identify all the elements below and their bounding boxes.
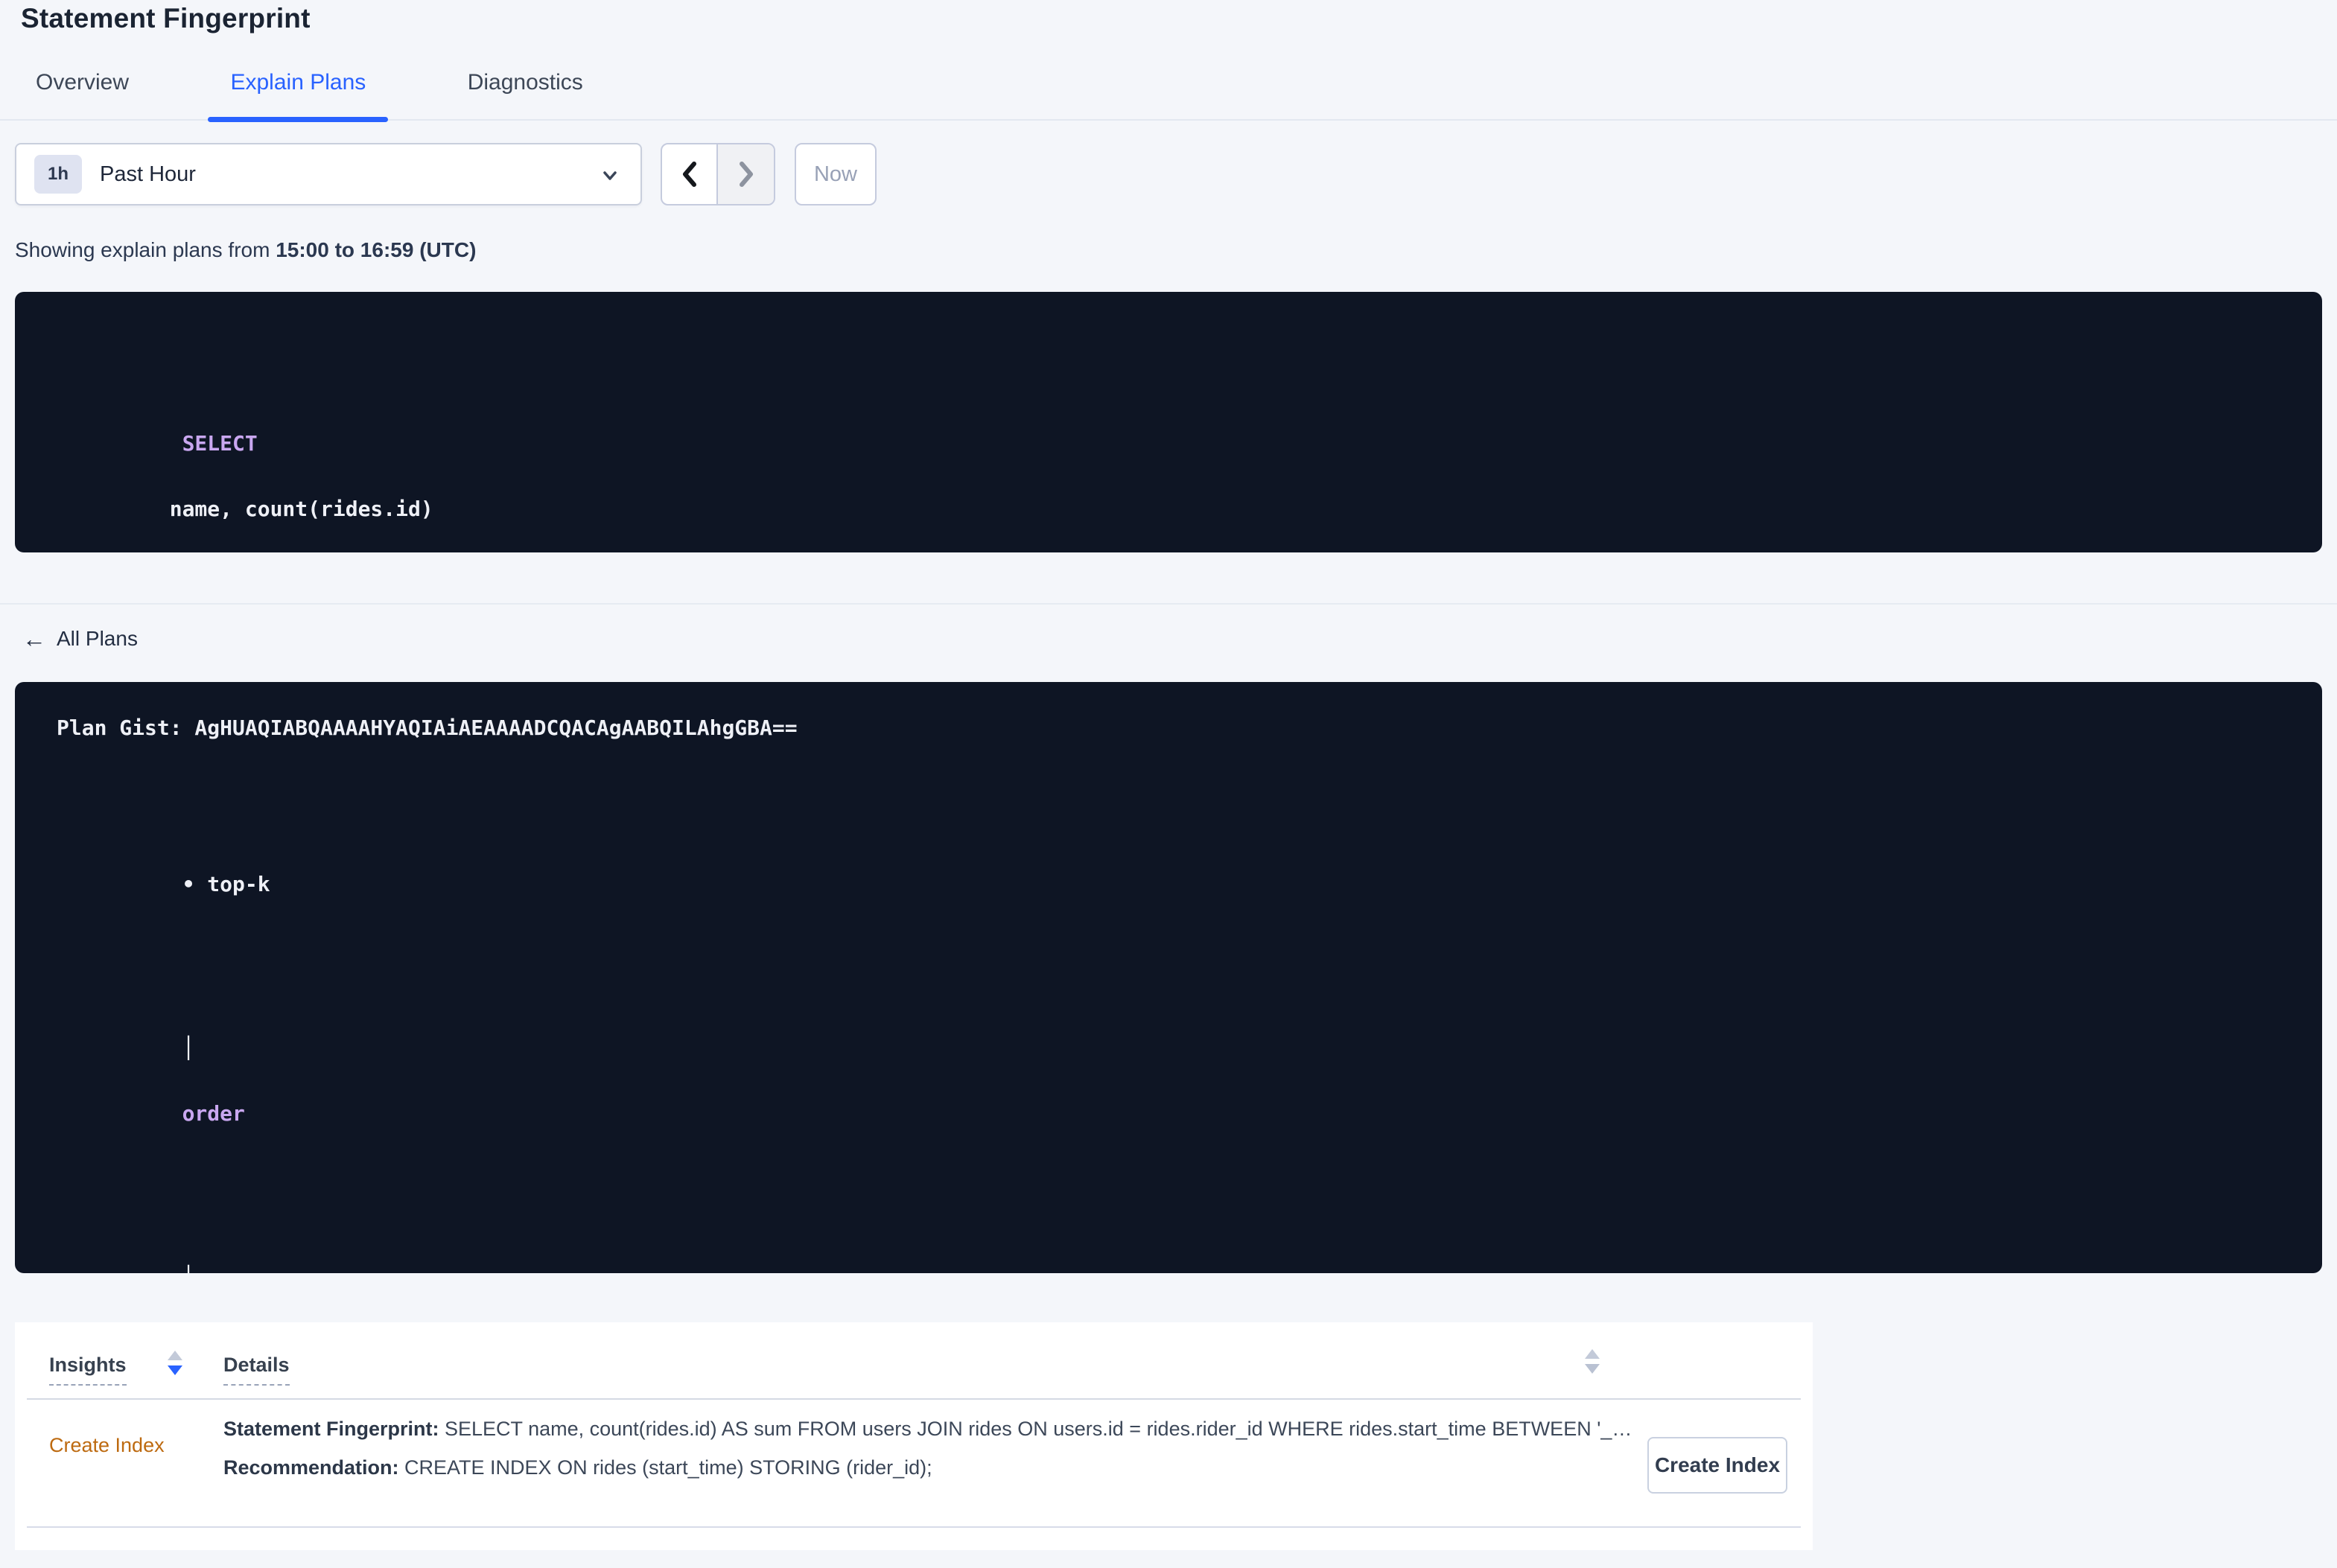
sql-token: name, count(rides.id) [156,497,446,521]
plan-token: order [182,1101,245,1126]
plan-tree-row: │ [57,1163,2280,1273]
caret-down-icon [1585,1364,1600,1374]
now-button[interactable]: Now [795,143,877,205]
insights-table-card: Insights Details Create Index Statement … [15,1322,1813,1550]
tab-bar: Overview Explain Plans Diagnostics [0,64,2337,122]
sql-statement-box: SELECT name, count(rides.id) AS sum FROM… [15,292,2322,552]
interval-badge: 1h [34,155,83,194]
table-header-rule [27,1398,1801,1400]
showing-range: 15:00 to 16:59 (UTC) [276,238,477,261]
plan-tree-row: • top-k [57,770,2280,934]
next-time-button[interactable] [718,144,774,204]
sql-line: SELECT name, count(rides.id) AS sum [57,329,2280,552]
column-header-insights[interactable]: Insights [49,1354,127,1386]
arrow-left-icon: ← [22,625,46,652]
statement-fingerprint-detail: Statement Fingerprint: SELECT name, coun… [223,1418,1632,1441]
section-divider [0,603,2337,605]
plan-gist-box: Plan Gist: AgHUAQIABQAAAAHYAQIAiAEAAAADC… [15,682,2322,1273]
chevron-left-icon [676,158,703,191]
caret-up-icon [1585,1349,1600,1359]
plan-tree: • top-k │ order │ └── • [57,770,2280,1273]
showing-range-text: Showing explain plans from 15:00 to 16:5… [15,238,476,262]
detail-text: SELECT name, count(rides.id) AS sum FROM… [439,1418,1632,1440]
detail-label: Recommendation: [223,1456,399,1479]
plan-tree-row: │ order [57,934,2280,1163]
all-plans-link[interactable]: ← All Plans [22,627,138,651]
time-range-label: Past Hour [100,162,196,186]
caret-up-icon [168,1351,182,1360]
sort-toggle-icon[interactable] [1585,1349,1600,1374]
column-header-details[interactable]: Details [223,1354,290,1386]
sql-token: SELECT [156,431,258,456]
tab-label: Overview [36,70,130,95]
chevron-down-icon [599,167,621,185]
insight-type-link[interactable]: Create Index [49,1434,165,1457]
plan-gist-text: Plan Gist: AgHUAQIABQAAAAHYAQIAiAEAAAADC… [57,716,798,740]
detail-text: CREATE INDEX ON rides (start_time) STORI… [398,1456,932,1479]
caret-down-icon [168,1365,182,1375]
detail-label: Statement Fingerprint: [223,1418,439,1440]
table-row-rule [27,1526,1801,1528]
chevron-right-icon [733,158,760,191]
create-index-button[interactable]: Create Index [1647,1437,1787,1494]
time-pager [661,143,775,205]
sort-toggle-icon[interactable] [168,1351,182,1375]
showing-prefix: Showing explain plans from [15,238,276,261]
plan-token: • top-k [182,872,270,896]
tab[interactable]: Explain Plans [208,64,389,122]
tab-label: Diagnostics [467,70,583,95]
prev-time-button[interactable] [662,144,718,204]
tab-label: Explain Plans [230,70,366,95]
all-plans-label: All Plans [57,627,138,650]
tab[interactable]: Overview [13,64,151,121]
plan-token: │ [182,1265,195,1273]
plan-token: │ [182,1036,208,1060]
recommendation-detail: Recommendation: CREATE INDEX ON rides (s… [223,1456,932,1479]
tab[interactable]: Diagnostics [445,64,605,121]
page-title: Statement Fingerprint [21,3,311,34]
time-range-select[interactable]: 1h Past Hour [15,143,642,205]
